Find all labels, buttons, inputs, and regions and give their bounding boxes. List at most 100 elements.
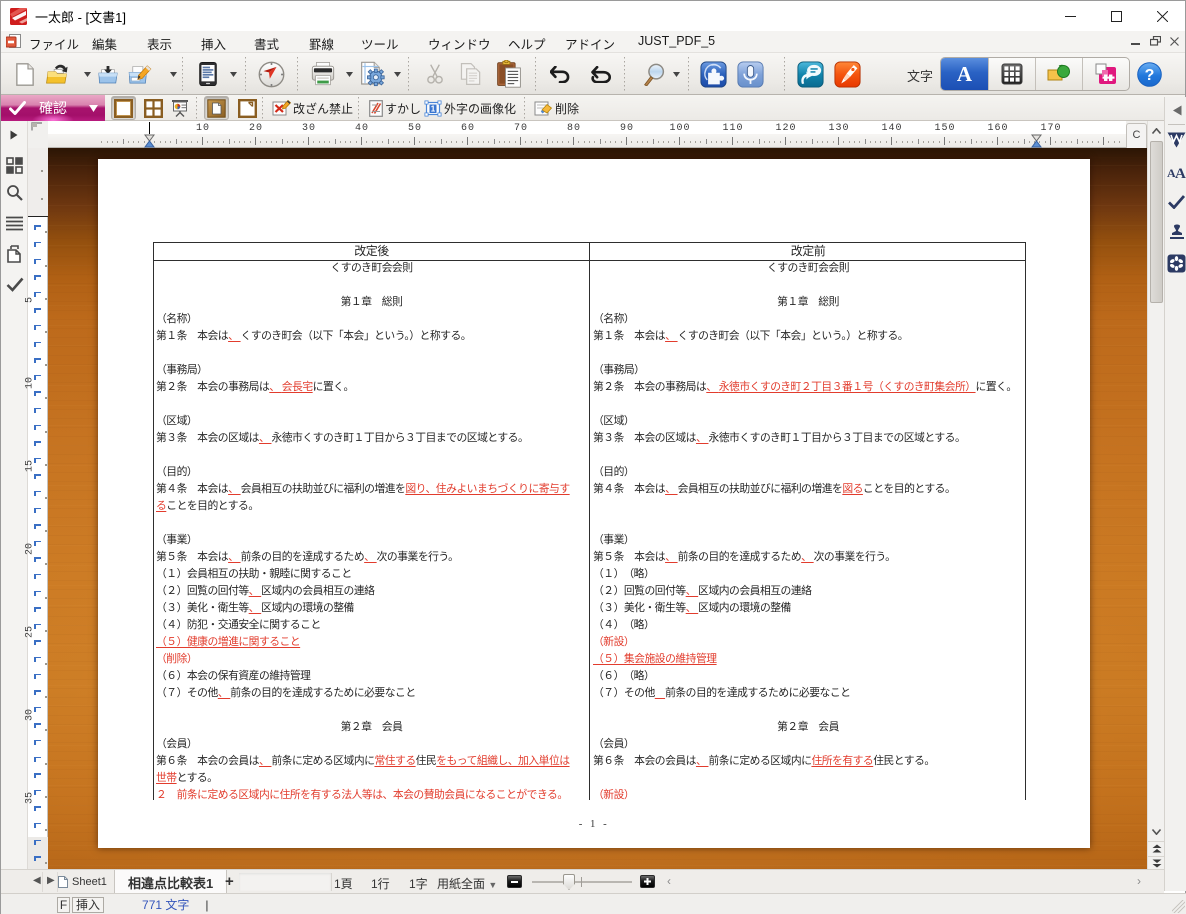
- check-icon[interactable]: [6, 277, 24, 297]
- cut-button[interactable]: [424, 55, 446, 93]
- tamper-protect-button[interactable]: 改ざん禁止: [272, 95, 353, 121]
- zoom-out-button[interactable]: [507, 875, 522, 888]
- tab-scroll-left-icon[interactable]: ◀: [33, 875, 41, 886]
- draft-view-button[interactable]: [235, 96, 260, 120]
- previous-page-button[interactable]: [1148, 841, 1165, 855]
- paste-button[interactable]: [494, 55, 524, 93]
- doc-restore-icon[interactable]: [1150, 35, 1161, 49]
- tab-scroll-right-icon[interactable]: ▶: [47, 875, 55, 886]
- confirm-dropdown-arrow[interactable]: [89, 105, 98, 112]
- menu-item-10[interactable]: アドイン: [565, 34, 615, 53]
- menu-item-6[interactable]: 罫線: [309, 34, 334, 53]
- outline-list-icon[interactable]: [6, 216, 23, 236]
- open-dropdown-arrow[interactable]: [82, 55, 92, 93]
- hscroll-right-icon[interactable]: ›: [1137, 874, 1141, 888]
- undo-button[interactable]: [549, 55, 571, 93]
- hscroll-left-icon[interactable]: ‹: [667, 874, 671, 888]
- comment-chat-button[interactable]: [795, 55, 825, 93]
- maximize-button[interactable]: [1093, 1, 1139, 31]
- print-button[interactable]: [308, 55, 338, 93]
- doc-minimize-icon[interactable]: [1131, 35, 1141, 49]
- open-button[interactable]: [45, 55, 71, 93]
- ruler-expand-button[interactable]: [1, 121, 28, 148]
- print-dropdown-arrow[interactable]: [344, 55, 354, 93]
- add-sheet-button[interactable]: +: [225, 873, 234, 890]
- voice-mic-button[interactable]: [735, 55, 765, 93]
- new-document-button[interactable]: [13, 55, 37, 93]
- zoom-slider-track[interactable]: [532, 881, 632, 883]
- zoom-search-button[interactable]: [642, 55, 666, 93]
- ruler-c-tab[interactable]: C: [1126, 123, 1147, 148]
- ruler-margin-marker[interactable]: [144, 134, 155, 148]
- tab-comparison-active[interactable]: 相違点比較表1: [114, 870, 227, 894]
- save-as-dropdown-arrow[interactable]: [168, 55, 178, 93]
- redo-button[interactable]: [589, 55, 613, 93]
- close-button[interactable]: [1139, 1, 1185, 31]
- view-mode-select[interactable]: 用紙全面 ▼: [437, 875, 497, 892]
- gaiji-imaging-button[interactable]: 1 外字の画像化: [424, 95, 516, 121]
- copy-pages-icon[interactable]: [6, 245, 24, 268]
- delete-button[interactable]: 削除: [534, 95, 579, 121]
- tablet-view-button[interactable]: [199, 55, 217, 93]
- zoom-slider-thumb[interactable]: [563, 874, 575, 890]
- menu-item-2[interactable]: 編集: [92, 34, 117, 53]
- horizontal-ruler[interactable]: 1020304050607080901001101201301401501601…: [48, 121, 1126, 148]
- copy-button[interactable]: [457, 55, 485, 93]
- scroll-down-icon[interactable]: [1148, 823, 1165, 840]
- search-icon[interactable]: [6, 184, 23, 206]
- ruler-margin-marker[interactable]: [1031, 134, 1042, 148]
- single-page-view-button[interactable]: [111, 96, 136, 120]
- menu-item-7[interactable]: ツール: [361, 34, 399, 53]
- menu-item-5[interactable]: 書式: [254, 34, 279, 53]
- document-page[interactable]: 改定後 くすのき町会会則第１章 総則（名称）第１条 本会は、 くすのき町会（以下…: [98, 159, 1090, 848]
- object-mode-button[interactable]: [1035, 58, 1082, 90]
- parts-mode-button[interactable]: [1082, 58, 1129, 90]
- vertical-scroll-thumb[interactable]: [1150, 141, 1163, 303]
- review-check-icon[interactable]: [1165, 195, 1186, 209]
- grid-mode-button[interactable]: [988, 58, 1035, 90]
- compass-navigation-button[interactable]: [257, 55, 285, 93]
- font-style-icon[interactable]: AA: [1165, 164, 1186, 179]
- document-menu-icon[interactable]: [6, 34, 21, 51]
- menu-item-1[interactable]: ファイル: [29, 34, 79, 53]
- menu-item-8[interactable]: ウィンドウ: [428, 34, 491, 53]
- stamp-icon[interactable]: [1165, 224, 1186, 240]
- scroll-up-icon[interactable]: [1148, 122, 1165, 139]
- collapse-panel-icon[interactable]: [1165, 105, 1186, 116]
- f-mode-button[interactable]: F: [57, 897, 70, 913]
- menu-item-3[interactable]: 表示: [147, 34, 172, 53]
- watermark-button[interactable]: すかし: [369, 95, 421, 121]
- vertical-scrollbar[interactable]: [1147, 121, 1164, 870]
- doc-close-icon[interactable]: [1170, 35, 1179, 49]
- addin-puzzle-button[interactable]: [698, 55, 728, 93]
- confirm-mode-button[interactable]: 確認: [1, 95, 105, 121]
- menu-item-11[interactable]: JUST_PDF_5: [638, 34, 715, 48]
- minimize-button[interactable]: [1047, 1, 1093, 31]
- char-mode-button[interactable]: A: [941, 58, 988, 90]
- save-button[interactable]: [96, 55, 120, 93]
- next-page-button[interactable]: [1148, 856, 1165, 870]
- empty-tab-slot[interactable]: [239, 873, 332, 891]
- resize-grip[interactable]: [1172, 900, 1185, 913]
- ruler-corner-icon[interactable]: [28, 121, 48, 148]
- window-layout-icon[interactable]: [6, 157, 23, 179]
- justsystems-flower-icon[interactable]: [1165, 254, 1186, 273]
- page-setup-button[interactable]: [359, 55, 385, 93]
- presentation-view-button[interactable]: [167, 96, 192, 120]
- tablet-dropdown-arrow[interactable]: [228, 55, 238, 93]
- zoom-dropdown-arrow[interactable]: [671, 55, 681, 93]
- marker-pen-button[interactable]: [832, 55, 862, 93]
- zoom-in-button[interactable]: [640, 875, 655, 888]
- page-setup-dropdown-arrow[interactable]: [392, 55, 402, 93]
- zoom-slider[interactable]: [532, 874, 632, 890]
- proofread-icon[interactable]: [1165, 132, 1186, 148]
- page-image-view-button[interactable]: [204, 96, 229, 120]
- save-as-button[interactable]: [127, 55, 153, 93]
- vertical-ruler[interactable]: 5101520253035: [28, 148, 48, 869]
- help-button[interactable]: ?: [1134, 55, 1164, 93]
- menu-item-9[interactable]: ヘルプ: [508, 34, 546, 53]
- menu-item-4[interactable]: 挿入: [201, 34, 226, 53]
- tab-sheet1[interactable]: Sheet1: [56, 870, 109, 894]
- insert-mode-button[interactable]: 挿入: [72, 897, 104, 913]
- multi-page-view-button[interactable]: [141, 96, 166, 120]
